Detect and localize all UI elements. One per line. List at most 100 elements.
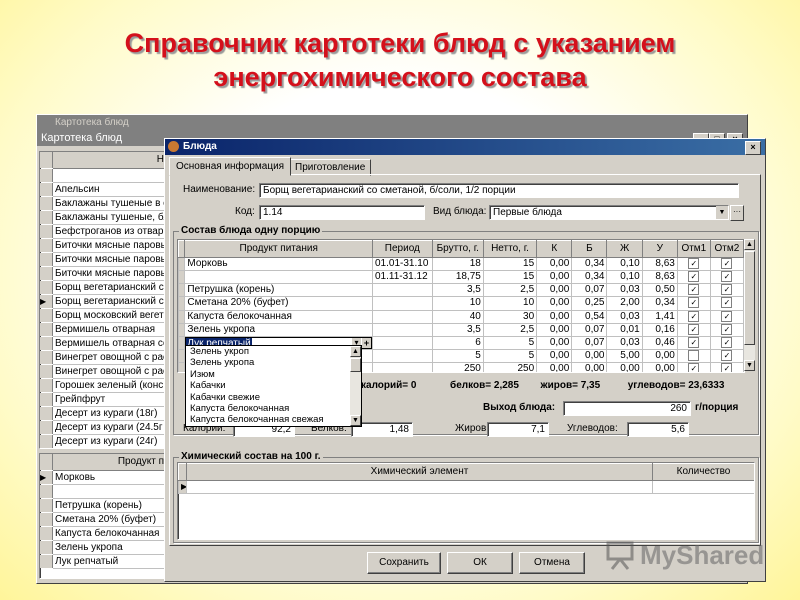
list-item[interactable]: Винегрет овощной с рас <box>40 365 168 379</box>
checkbox[interactable]: ✓ <box>688 271 700 283</box>
scroll-thumb[interactable] <box>744 251 755 345</box>
list-item[interactable]: Грейпфрут <box>40 393 168 407</box>
checkbox[interactable]: ✓ <box>688 284 700 296</box>
list-item[interactable]: Бефстроганов из отвари <box>40 225 168 239</box>
col-mark2[interactable]: Отм2 <box>709 240 744 258</box>
cell-zh[interactable]: 2,00 <box>606 296 643 311</box>
fats-field[interactable]: 7,1 <box>487 422 549 437</box>
cell-brutto[interactable]: 5 <box>431 348 484 364</box>
dish-list-header[interactable]: Н <box>53 152 168 169</box>
list-item[interactable]: Вермишель отварная со <box>40 337 168 351</box>
scroll-up-icon[interactable]: ▲ <box>744 239 755 250</box>
list-item[interactable]: Биточки мясные паровы <box>40 253 168 267</box>
list-item[interactable]: Десерт из кураги (24.5г <box>40 421 168 435</box>
checkbox[interactable]: ✓ <box>721 284 733 296</box>
composition-scrollbar[interactable]: ▲ ▼ <box>744 239 755 371</box>
cell-u[interactable]: 0,00 <box>641 348 678 364</box>
table-row[interactable]: Морковь 01.01-31.10 18 15 0,00 0,34 0,10 8,63 ✓ ✓ <box>178 256 744 272</box>
cell-u[interactable]: 0,16 <box>641 322 678 337</box>
cell-period[interactable] <box>372 348 433 364</box>
cell-k[interactable]: 0,00 <box>536 270 573 285</box>
chevron-down-icon[interactable]: ▼ <box>716 206 728 219</box>
cell-zh[interactable]: 0,00 <box>606 362 643 372</box>
product-dropdown-list[interactable]: Зелень укроп Зелень укропа Изюм Кабачки Каба… <box>185 345 362 427</box>
col-zh[interactable]: Ж <box>606 240 643 258</box>
cell-b[interactable]: 0,00 <box>571 362 608 372</box>
list-item[interactable]: Десерт из кураги (24г) <box>40 435 168 448</box>
list-item[interactable]: Борщ вегетарианский с <box>40 281 168 295</box>
cell-brutto[interactable]: 10 <box>431 296 484 311</box>
cell-netto[interactable]: 2,5 <box>482 322 538 337</box>
chem-col-amount[interactable]: Количество <box>652 463 754 481</box>
table-row[interactable]: ▶ <box>178 480 754 494</box>
checkbox[interactable]: ✓ <box>688 297 700 309</box>
cell-period[interactable] <box>372 309 433 324</box>
cell-zh[interactable]: 5,00 <box>606 348 643 364</box>
cell-b[interactable]: 0,00 <box>571 348 608 364</box>
dropdown-option[interactable]: Капуста белокочанная свежая <box>186 414 346 425</box>
cell-b[interactable]: 0,07 <box>571 322 608 337</box>
cell-brutto[interactable]: 3,5 <box>431 322 484 337</box>
col-b[interactable]: Б <box>571 240 608 258</box>
checkbox[interactable]: ✓ <box>721 350 733 361</box>
cell-product[interactable] <box>184 270 373 285</box>
cell-u[interactable]: 0,34 <box>641 296 678 311</box>
save-button[interactable]: Сохранить <box>367 552 441 574</box>
table-row[interactable]: Сметана 20% (буфет) 10 10 0,00 0,25 2,00 0,34 ✓… <box>178 296 744 311</box>
checkbox[interactable] <box>688 350 700 361</box>
list-item[interactable]: Винегрет овощной с рас <box>40 351 168 365</box>
checkbox[interactable]: ✓ <box>688 258 700 269</box>
scroll-down-icon[interactable]: ▼ <box>744 360 755 371</box>
list-item[interactable]: Вермишель отварная <box>40 323 168 337</box>
cell-u[interactable]: 1,41 <box>641 309 678 324</box>
table-row[interactable]: Петрушка (корень) 3,5 2,5 0,00 0,07 0,03 0,50 ✓… <box>178 283 744 298</box>
cell-b[interactable]: 0,34 <box>571 270 608 285</box>
cell-u[interactable]: 0,46 <box>641 335 678 350</box>
cell-product[interactable]: Петрушка (корень) <box>184 283 373 298</box>
list-item[interactable]: Сметана 20% (буфет) <box>40 513 168 527</box>
cell-b[interactable]: 0,25 <box>571 296 608 311</box>
cell-k[interactable]: 0,00 <box>536 348 573 364</box>
cell-k[interactable]: 0,00 <box>536 296 573 311</box>
cell-netto[interactable]: 15 <box>482 270 538 285</box>
dropdown-scroll-down-icon[interactable]: ▼ <box>350 415 361 426</box>
tab-main-info[interactable]: Основная информация <box>169 157 292 176</box>
add-icon[interactable]: + <box>362 337 371 348</box>
list-item[interactable]: ▶ Борщ вегетарианский с <box>40 295 168 309</box>
name-field[interactable]: Борщ вегетарианский со сметаной, б/соли,… <box>259 183 739 198</box>
yield-field[interactable]: 260 <box>563 401 691 416</box>
dropdown-option[interactable]: Изюм <box>186 369 346 380</box>
checkbox[interactable]: ✓ <box>688 337 700 348</box>
checkbox[interactable]: ✓ <box>721 324 733 335</box>
cell-u[interactable]: 0,50 <box>641 283 678 298</box>
list-item[interactable]: Апельсин <box>40 183 168 197</box>
cell-k[interactable]: 0,00 <box>536 335 573 350</box>
cell-b[interactable]: 0,07 <box>571 283 608 298</box>
list-item[interactable]: Петрушка (корень) <box>40 499 168 513</box>
cell-zh[interactable]: 0,03 <box>606 283 643 298</box>
code-field[interactable]: 1.14 <box>259 205 425 220</box>
dialog-close-button[interactable]: × <box>745 141 761 155</box>
dropdown-option[interactable]: Кабачки <box>186 380 346 391</box>
cell-netto[interactable]: 5 <box>482 348 538 364</box>
cell-u[interactable]: 8,63 <box>641 270 678 285</box>
cell-period[interactable] <box>372 296 433 311</box>
cell-u[interactable]: 8,63 <box>641 256 678 272</box>
cell-period[interactable] <box>372 283 433 298</box>
cell-k[interactable]: 0,00 <box>536 309 573 324</box>
cell-period[interactable]: 01.11-31.12 <box>372 270 433 285</box>
cell-zh[interactable]: 0,03 <box>606 335 643 350</box>
dropdown-option[interactable]: Зелень укропа <box>186 357 346 368</box>
list-item[interactable]: Десерт из кураги (18г) <box>40 407 168 421</box>
col-brutto[interactable]: Брутто, г. <box>431 240 484 258</box>
table-row[interactable]: 01.11-31.12 18,75 15 0,00 0,34 0,10 8,63 ✓ ✓ <box>178 270 744 285</box>
dropdown-option[interactable]: Капуста белокочанная <box>186 403 346 414</box>
ok-button[interactable]: ОК <box>447 552 513 574</box>
col-k[interactable]: К <box>536 240 573 258</box>
checkbox[interactable]: ✓ <box>721 311 733 322</box>
cancel-button[interactable]: Отмена <box>519 552 585 574</box>
cell-k[interactable]: 0,00 <box>536 283 573 298</box>
cell-k[interactable]: 0,00 <box>536 362 573 372</box>
product-list-header[interactable]: Продукт п <box>53 454 168 471</box>
col-period[interactable]: Период <box>372 240 433 258</box>
